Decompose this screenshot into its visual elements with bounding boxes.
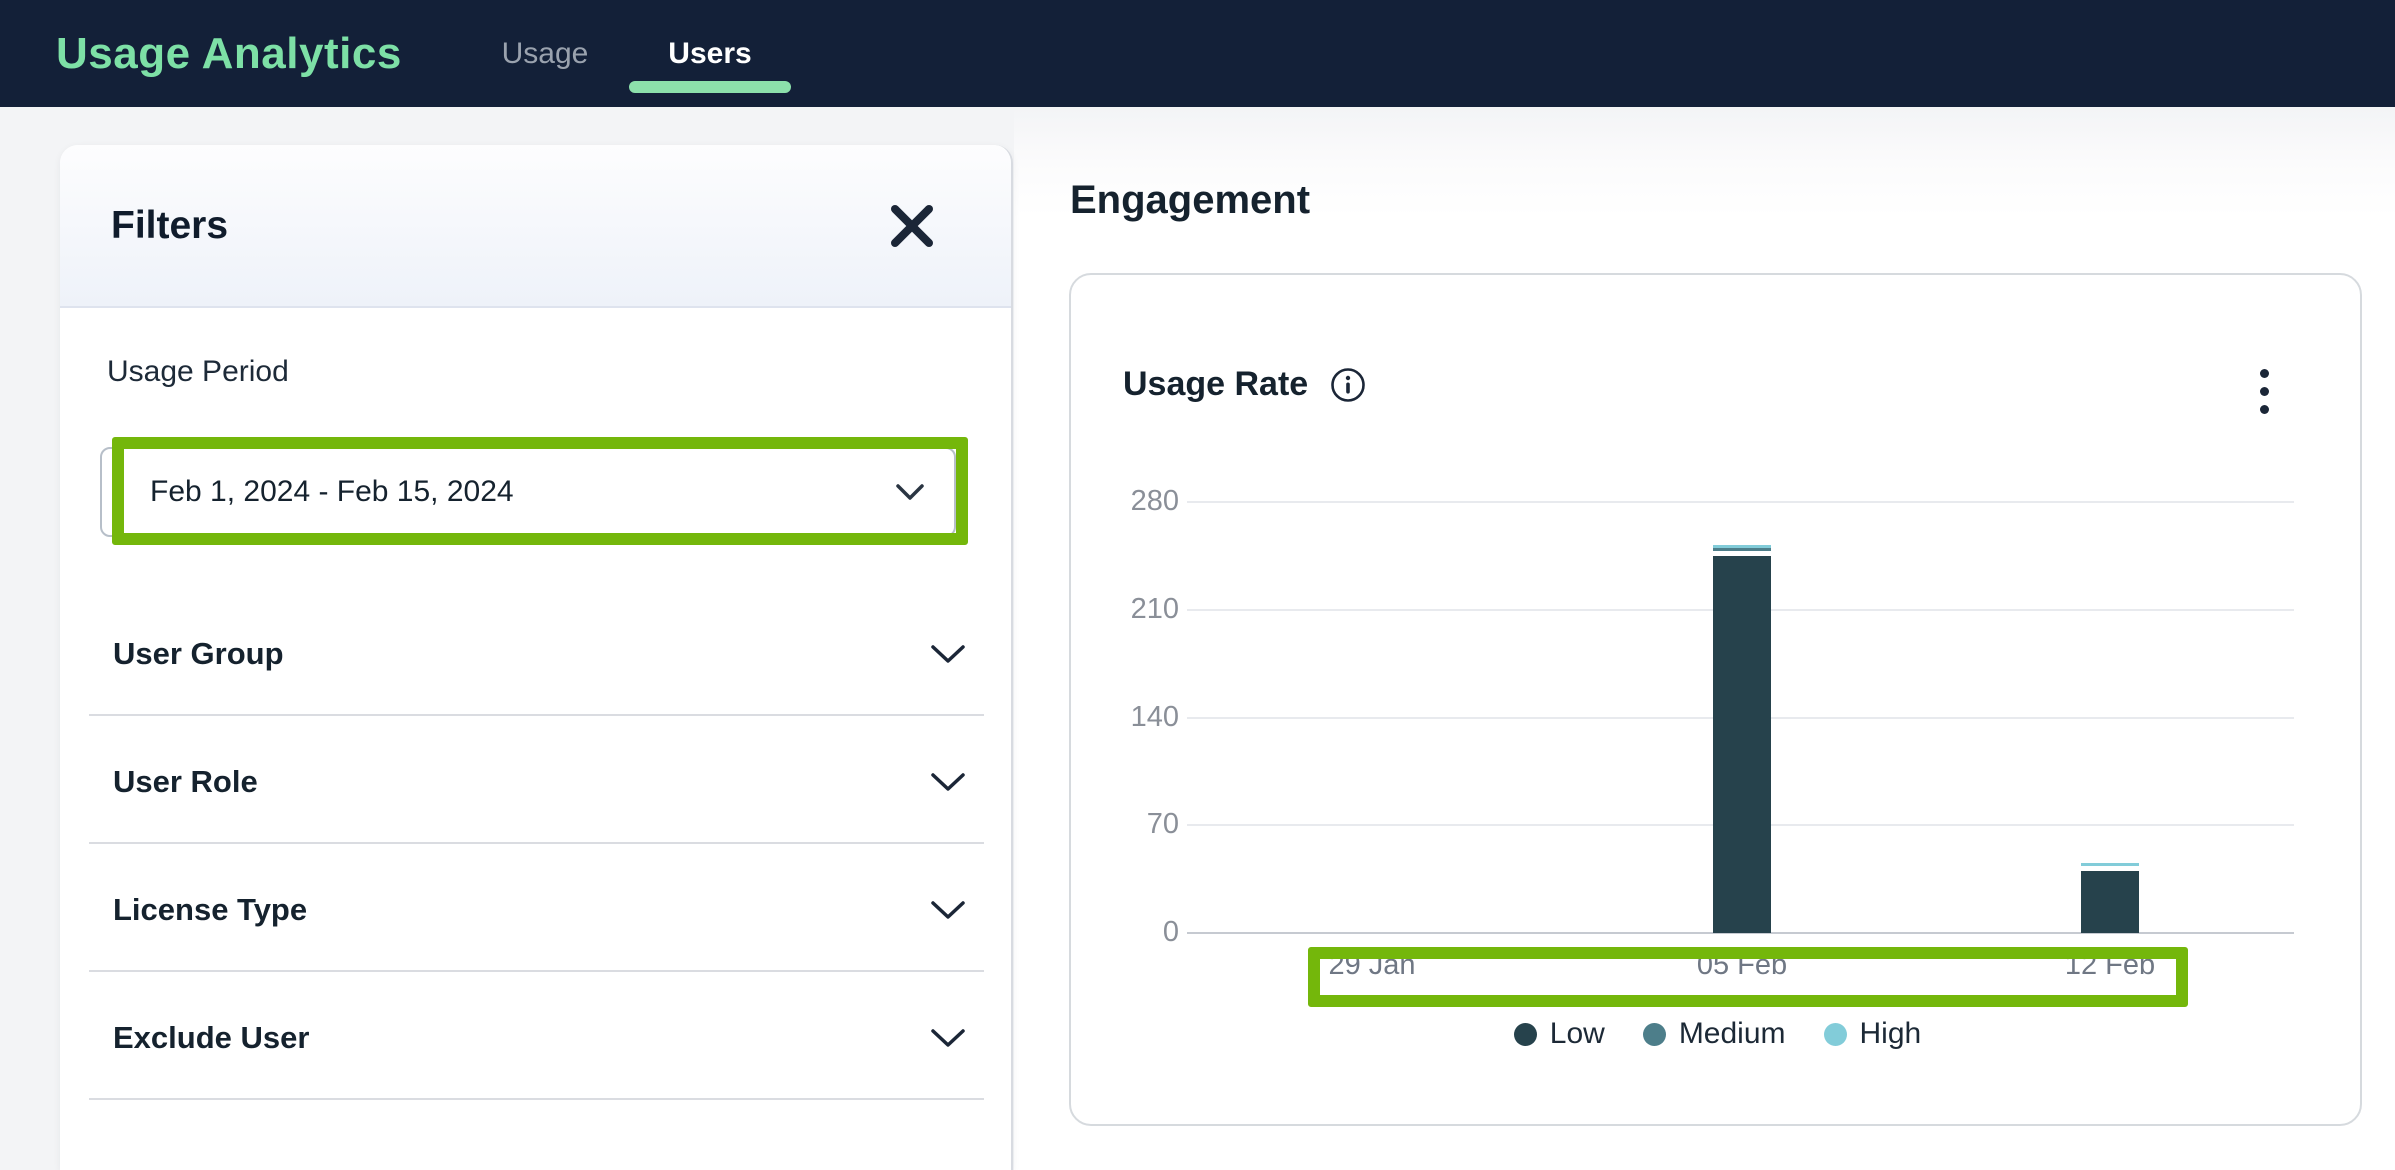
chevron-down-icon — [931, 1029, 965, 1048]
chevron-down-icon — [896, 484, 924, 500]
y-axis-tick-label: 210 — [1089, 593, 1179, 626]
legend-label: High — [1860, 1017, 1922, 1051]
usage-period-dropdown[interactable]: Feb 1, 2024 - Feb 15, 2024 — [100, 447, 956, 537]
filter-section-user-group[interactable]: User Group — [60, 624, 1013, 684]
gridline — [1187, 501, 2294, 503]
bar-segment-medium-05-feb — [1713, 548, 1771, 551]
divider — [89, 842, 984, 844]
usage-rate-chart: 0 70 140 210 280 29 Jan 05 Feb 12 Feb — [1071, 275, 2364, 1128]
chevron-down-icon — [931, 901, 965, 920]
filter-section-user-role[interactable]: User Role — [60, 752, 1013, 812]
app-header: Usage Analytics Usage Users — [0, 0, 2395, 107]
filters-title: Filters — [111, 145, 228, 306]
legend-item-medium: Medium — [1643, 1017, 1786, 1051]
usage-period-value: Feb 1, 2024 - Feb 15, 2024 — [150, 475, 514, 509]
x-axis-tick-label: 12 Feb — [2030, 949, 2190, 982]
filters-panel-header: Filters — [60, 145, 1011, 308]
legend-dot — [1514, 1023, 1537, 1046]
y-axis-tick-label: 140 — [1089, 701, 1179, 734]
chevron-down-icon — [931, 773, 965, 792]
bar-segment-high-05-feb — [1713, 545, 1771, 548]
y-axis-tick-label: 70 — [1089, 808, 1179, 841]
chart-legend: Low Medium High — [1071, 1017, 2364, 1051]
engagement-heading: Engagement — [1070, 178, 1310, 223]
y-axis-tick-label: 0 — [1089, 916, 1179, 949]
section-label: User Group — [113, 636, 284, 672]
divider — [89, 714, 984, 716]
x-icon — [890, 204, 934, 248]
filter-section-license-type[interactable]: License Type — [60, 880, 1013, 940]
divider — [89, 970, 984, 972]
filter-section-exclude-user[interactable]: Exclude User — [60, 1008, 1013, 1068]
usage-rate-card: Usage Rate 07014021028029 Jan05 Feb12 Fe… — [1069, 273, 2362, 1126]
bar-segment-low-05-feb — [1713, 556, 1771, 933]
legend-label: Low — [1550, 1017, 1605, 1051]
usage-analytics-page: Usage Analytics Usage Users Filters Usag… — [0, 0, 2395, 1170]
chevron-down-icon — [931, 645, 965, 664]
y-axis-tick-label: 280 — [1089, 485, 1179, 518]
active-tab-underline — [629, 81, 791, 93]
close-filters-button[interactable] — [886, 200, 938, 252]
section-label: License Type — [113, 892, 307, 928]
bar-segment-high-12-feb — [2081, 863, 2139, 866]
legend-dot — [1824, 1023, 1847, 1046]
section-label: User Role — [113, 764, 258, 800]
usage-period-label: Usage Period — [107, 355, 289, 389]
legend-label: Medium — [1679, 1017, 1786, 1051]
legend-dot — [1643, 1023, 1666, 1046]
tab-usage[interactable]: Usage — [470, 0, 620, 107]
divider — [89, 1098, 984, 1100]
legend-item-high: High — [1824, 1017, 1922, 1051]
x-axis-tick-label: 05 Feb — [1662, 949, 1822, 982]
filters-panel: Filters Usage Period Feb 1, 2024 - Feb 1… — [60, 145, 1013, 1170]
bar-segment-low-12-feb — [2081, 871, 2139, 933]
section-label: Exclude User — [113, 1020, 309, 1056]
legend-item-low: Low — [1514, 1017, 1605, 1051]
x-axis-tick-label: 29 Jan — [1292, 949, 1452, 982]
page-title: Usage Analytics — [56, 0, 402, 107]
